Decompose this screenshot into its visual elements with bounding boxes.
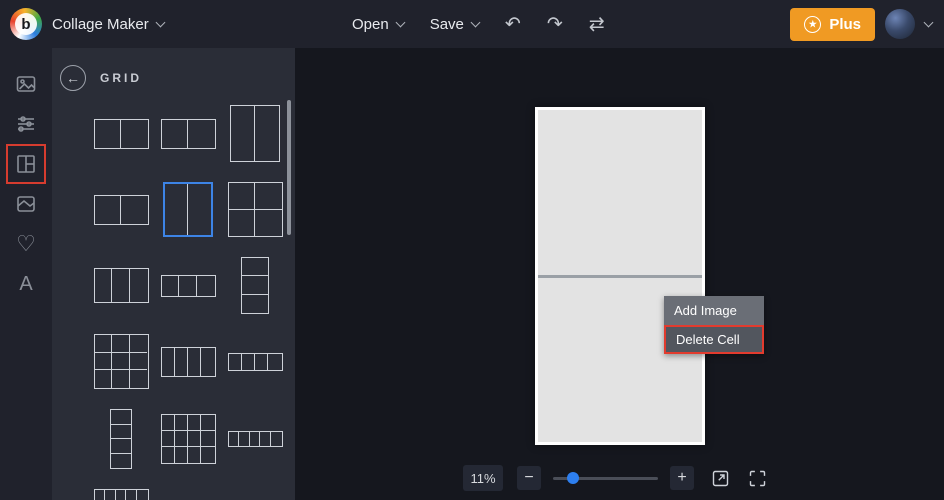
star-icon: ★ bbox=[804, 15, 822, 33]
panel-title: GRID bbox=[100, 71, 142, 85]
thumbnail-row bbox=[52, 334, 295, 389]
left-tool-rail: ♡ A bbox=[0, 48, 52, 500]
redo-icon[interactable]: ↷ bbox=[547, 15, 563, 34]
app-title: Collage Maker bbox=[52, 15, 149, 33]
topbar-right: ★ Plus bbox=[790, 0, 934, 48]
topbar-center: Open Save ↶ ↷ ⇄ bbox=[352, 0, 605, 48]
befunky-logo-icon[interactable]: b bbox=[10, 8, 42, 40]
collage-cell-top[interactable] bbox=[538, 110, 702, 275]
grid-layout-thumbnail[interactable] bbox=[110, 409, 132, 469]
grid-layout-thumbnail[interactable] bbox=[93, 268, 149, 303]
chevron-down-icon bbox=[155, 17, 166, 27]
collage-maker-app: b Collage Maker Open Save ↶ ↷ ⇄ ★ Plus ♡… bbox=[0, 0, 944, 500]
grid-thumbnail-list bbox=[52, 92, 295, 500]
grid-layout-thumbnail[interactable] bbox=[93, 489, 149, 500]
save-menu[interactable]: Save bbox=[429, 15, 481, 33]
fit-screen-icon[interactable] bbox=[747, 468, 768, 489]
plus-label: Plus bbox=[829, 15, 861, 33]
chevron-down-icon bbox=[395, 17, 406, 27]
context-menu-item-add-image[interactable]: Add Image bbox=[664, 296, 764, 325]
zoom-slider-knob[interactable] bbox=[567, 472, 579, 484]
grid-panel: ← GRID bbox=[52, 48, 295, 500]
text-glyph: A bbox=[19, 272, 33, 295]
edit-sliders-icon[interactable] bbox=[6, 104, 46, 144]
zoom-in-button[interactable]: + bbox=[670, 466, 694, 490]
topbar-left: b Collage Maker bbox=[0, 8, 166, 40]
collage-grid-icon[interactable] bbox=[6, 144, 46, 184]
grid-layout-thumbnail[interactable] bbox=[227, 431, 283, 447]
grid-layout-thumbnail[interactable] bbox=[230, 105, 280, 162]
zoom-level: 11% bbox=[463, 465, 503, 491]
favorites-heart-icon[interactable]: ♡ bbox=[6, 224, 46, 264]
collage-canvas[interactable] bbox=[535, 107, 705, 445]
export-view-icon[interactable] bbox=[710, 468, 731, 489]
grid-layout-thumbnail[interactable] bbox=[160, 274, 216, 297]
overlays-icon[interactable] bbox=[6, 184, 46, 224]
thumbnail-row bbox=[52, 182, 295, 237]
grid-panel-header: ← GRID bbox=[52, 48, 295, 92]
grid-layout-thumbnail-selected[interactable] bbox=[163, 182, 213, 237]
thumbnail-row bbox=[52, 105, 295, 162]
canvas-area: Add Image Delete Cell 11% − + bbox=[295, 48, 944, 500]
zoom-out-button[interactable]: − bbox=[517, 466, 541, 490]
plus-upgrade-button[interactable]: ★ Plus bbox=[790, 7, 875, 41]
grid-layout-thumbnail[interactable] bbox=[160, 118, 216, 149]
save-label: Save bbox=[429, 15, 464, 33]
grid-layout-thumbnail[interactable] bbox=[93, 334, 149, 389]
heart-glyph: ♡ bbox=[16, 231, 36, 256]
zoom-bar: 11% − + bbox=[463, 465, 768, 491]
photo-editor-icon[interactable] bbox=[6, 64, 46, 104]
thumbnail-row bbox=[52, 409, 295, 469]
chevron-down-icon bbox=[470, 17, 481, 27]
context-menu-item-delete-cell[interactable]: Delete Cell bbox=[664, 325, 764, 354]
back-button[interactable]: ← bbox=[60, 65, 86, 91]
context-menu: Add Image Delete Cell bbox=[664, 296, 764, 354]
open-menu[interactable]: Open bbox=[352, 15, 406, 33]
grid-layout-thumbnail[interactable] bbox=[93, 118, 149, 149]
grid-layout-thumbnail[interactable] bbox=[227, 182, 283, 237]
grid-layout-thumbnail[interactable] bbox=[241, 257, 269, 314]
grid-layout-thumbnail[interactable] bbox=[93, 194, 149, 225]
user-avatar[interactable] bbox=[885, 9, 915, 39]
zoom-slider[interactable] bbox=[553, 466, 658, 490]
open-label: Open bbox=[352, 15, 389, 33]
undo-icon[interactable]: ↶ bbox=[505, 15, 521, 34]
compare-icon[interactable]: ⇄ bbox=[589, 15, 605, 34]
back-arrow-icon: ← bbox=[66, 70, 80, 86]
app-title-menu[interactable]: Collage Maker bbox=[52, 15, 166, 33]
grid-layout-thumbnail[interactable] bbox=[227, 352, 283, 371]
thumbnail-row bbox=[52, 489, 295, 500]
text-tool-icon[interactable]: A bbox=[6, 264, 46, 304]
topbar: b Collage Maker Open Save ↶ ↷ ⇄ ★ Plus bbox=[0, 0, 944, 48]
sidebar-scrollbar[interactable] bbox=[287, 100, 291, 235]
grid-layout-thumbnail[interactable] bbox=[160, 346, 216, 377]
chevron-down-icon[interactable] bbox=[923, 17, 934, 27]
thumbnail-row bbox=[52, 257, 295, 314]
grid-layout-thumbnail[interactable] bbox=[160, 414, 216, 464]
logo-letter: b bbox=[15, 13, 37, 35]
